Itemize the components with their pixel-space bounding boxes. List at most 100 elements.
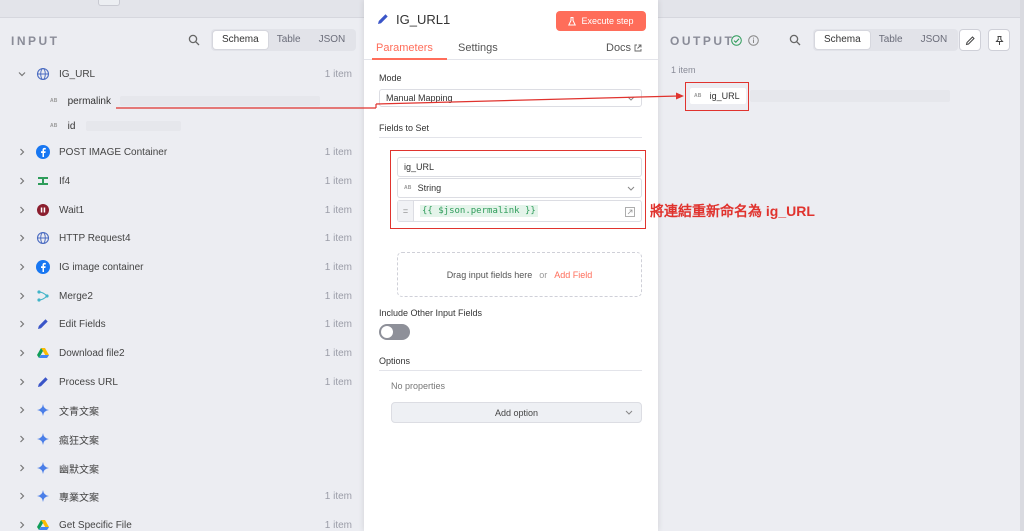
tree-node-process-url[interactable]: Process URL 1 item — [0, 372, 362, 392]
edit-output-button[interactable] — [959, 29, 981, 51]
node-title[interactable]: IG_URL1 — [396, 12, 450, 27]
pin-output-button[interactable] — [988, 29, 1010, 51]
chevron-right-icon — [20, 406, 25, 414]
chevron-right-icon — [20, 349, 25, 357]
input-title: INPUT — [11, 34, 60, 48]
tree-node-label: 瘋狂文案 — [59, 435, 99, 447]
mode-label: Mode — [379, 73, 402, 83]
tree-node-edit-fields[interactable]: Edit Fields 1 item — [0, 314, 362, 334]
active-tab-indicator — [372, 58, 447, 60]
chevron-right-icon — [20, 148, 25, 156]
gemini-icon — [37, 433, 49, 445]
info-icon[interactable] — [748, 35, 759, 46]
docs-link[interactable]: Docs — [606, 42, 642, 54]
tree-node-label: IG image container — [59, 261, 144, 273]
string-type-icon: AB — [50, 98, 58, 104]
section-divider — [379, 137, 642, 138]
tree-node-count: 1 item — [324, 519, 352, 531]
facebook-icon — [36, 145, 50, 159]
input-view-tabs: Schema Table JSON — [211, 29, 357, 51]
options-label: Options — [379, 356, 411, 366]
tree-node-label: IG_URL — [59, 68, 96, 80]
wait-icon — [37, 204, 49, 216]
tree-node-count: 1 item — [324, 146, 352, 158]
highlight-box-field — [390, 150, 646, 229]
fields-to-set-label: Fields to Set — [379, 123, 430, 133]
tree-node-download-file2[interactable]: Download file2 1 item — [0, 343, 362, 363]
tree-node-label: 文青文案 — [59, 406, 99, 418]
tree-node-post-image-container[interactable]: POST IMAGE Container 1 item — [0, 142, 362, 162]
chevron-right-icon — [20, 206, 25, 214]
tree-node-label: Wait1 — [59, 204, 85, 216]
tree-node-wait1[interactable]: Wait1 1 item — [0, 200, 362, 220]
field-name: id — [67, 120, 76, 132]
tree-node-get-specific-file[interactable]: Get Specific File 1 item — [0, 515, 362, 531]
tree-node-count: 1 item — [324, 261, 352, 273]
output-tab-schema[interactable]: Schema — [815, 31, 870, 49]
input-tab-table[interactable]: Table — [268, 31, 310, 49]
search-icon[interactable] — [188, 34, 200, 46]
chevron-right-icon — [20, 378, 25, 386]
tree-node-label: 幽默文案 — [59, 464, 99, 476]
pin-icon — [994, 35, 1004, 45]
tree-node-http-request4[interactable]: HTTP Request4 1 item — [0, 228, 362, 248]
right-panel-edge — [1020, 0, 1024, 531]
schema-field-id[interactable]: AB id — [50, 118, 90, 134]
top-tab-handle[interactable] — [98, 0, 120, 6]
google-drive-icon — [37, 348, 49, 358]
tree-node-count: 1 item — [324, 204, 352, 216]
tree-node-label: Merge2 — [59, 290, 93, 302]
field-name: ig_URL — [709, 91, 740, 101]
tree-node-count: 1 item — [324, 68, 352, 80]
output-tab-table[interactable]: Table — [870, 31, 912, 49]
chevron-right-icon — [20, 320, 25, 328]
chevron-down-icon — [627, 96, 635, 101]
google-drive-icon — [37, 520, 49, 530]
chevron-right-icon — [20, 263, 25, 271]
pencil-icon — [378, 14, 388, 24]
execute-step-button[interactable]: Execute step — [556, 11, 646, 31]
include-other-fields-toggle[interactable] — [379, 324, 410, 340]
tab-settings[interactable]: Settings — [458, 42, 498, 54]
tree-node-count: 1 item — [324, 376, 352, 388]
tree-node-literary-copy[interactable]: 文青文案 — [0, 400, 362, 420]
mode-select-value: Manual Mapping — [386, 93, 453, 103]
pencil-icon — [38, 319, 48, 329]
no-properties-text: No properties — [391, 381, 446, 391]
input-tab-schema[interactable]: Schema — [213, 31, 268, 49]
tree-node-crazy-copy[interactable]: 瘋狂文案 — [0, 429, 362, 449]
mode-select[interactable]: Manual Mapping — [379, 89, 642, 107]
field-name: permalink — [67, 95, 111, 107]
globe-icon — [36, 67, 50, 81]
node-settings-panel: IG_URL1 Execute step Parameters Settings… — [364, 0, 658, 531]
output-tab-json[interactable]: JSON — [912, 31, 957, 49]
toggle-knob — [381, 326, 393, 338]
add-field-link[interactable]: Add Field — [554, 270, 592, 280]
pencil-icon — [38, 377, 48, 387]
field-value-placeholder — [750, 90, 950, 102]
input-tab-json[interactable]: JSON — [310, 31, 355, 49]
external-link-icon — [634, 44, 642, 52]
output-schema-field-ig-url[interactable]: AB ig_URL — [690, 88, 746, 104]
tree-node-count: 1 item — [324, 175, 352, 187]
tree-node-ig-url[interactable]: IG_URL 1 item — [0, 64, 362, 84]
tree-node-if4[interactable]: If4 1 item — [0, 171, 362, 191]
tree-node-count: 1 item — [324, 290, 352, 302]
flask-icon — [568, 16, 577, 25]
tree-node-ig-image-container[interactable]: IG image container 1 item — [0, 257, 362, 277]
add-option-button[interactable]: Add option — [391, 402, 642, 423]
chevron-right-icon — [20, 177, 25, 185]
tree-node-count: 1 item — [324, 318, 352, 330]
tab-parameters[interactable]: Parameters — [376, 42, 433, 54]
tree-node-professional-copy[interactable]: 專業文案 1 item — [0, 486, 362, 506]
field-value-placeholder — [120, 96, 320, 106]
annotation-text: 將連結重新命名為 ig_URL — [650, 203, 815, 219]
drag-fields-dropzone[interactable]: Drag input fields here or Add Field — [397, 252, 642, 297]
drag-or: or — [539, 269, 548, 280]
tree-node-merge2[interactable]: Merge2 1 item — [0, 286, 362, 306]
tree-node-humor-copy[interactable]: 幽默文案 — [0, 458, 362, 478]
search-icon[interactable] — [789, 34, 801, 46]
schema-field-permalink[interactable]: AB permalink — [50, 93, 120, 109]
tree-node-label: 專業文案 — [59, 492, 99, 504]
tree-node-count: 1 item — [324, 490, 352, 502]
